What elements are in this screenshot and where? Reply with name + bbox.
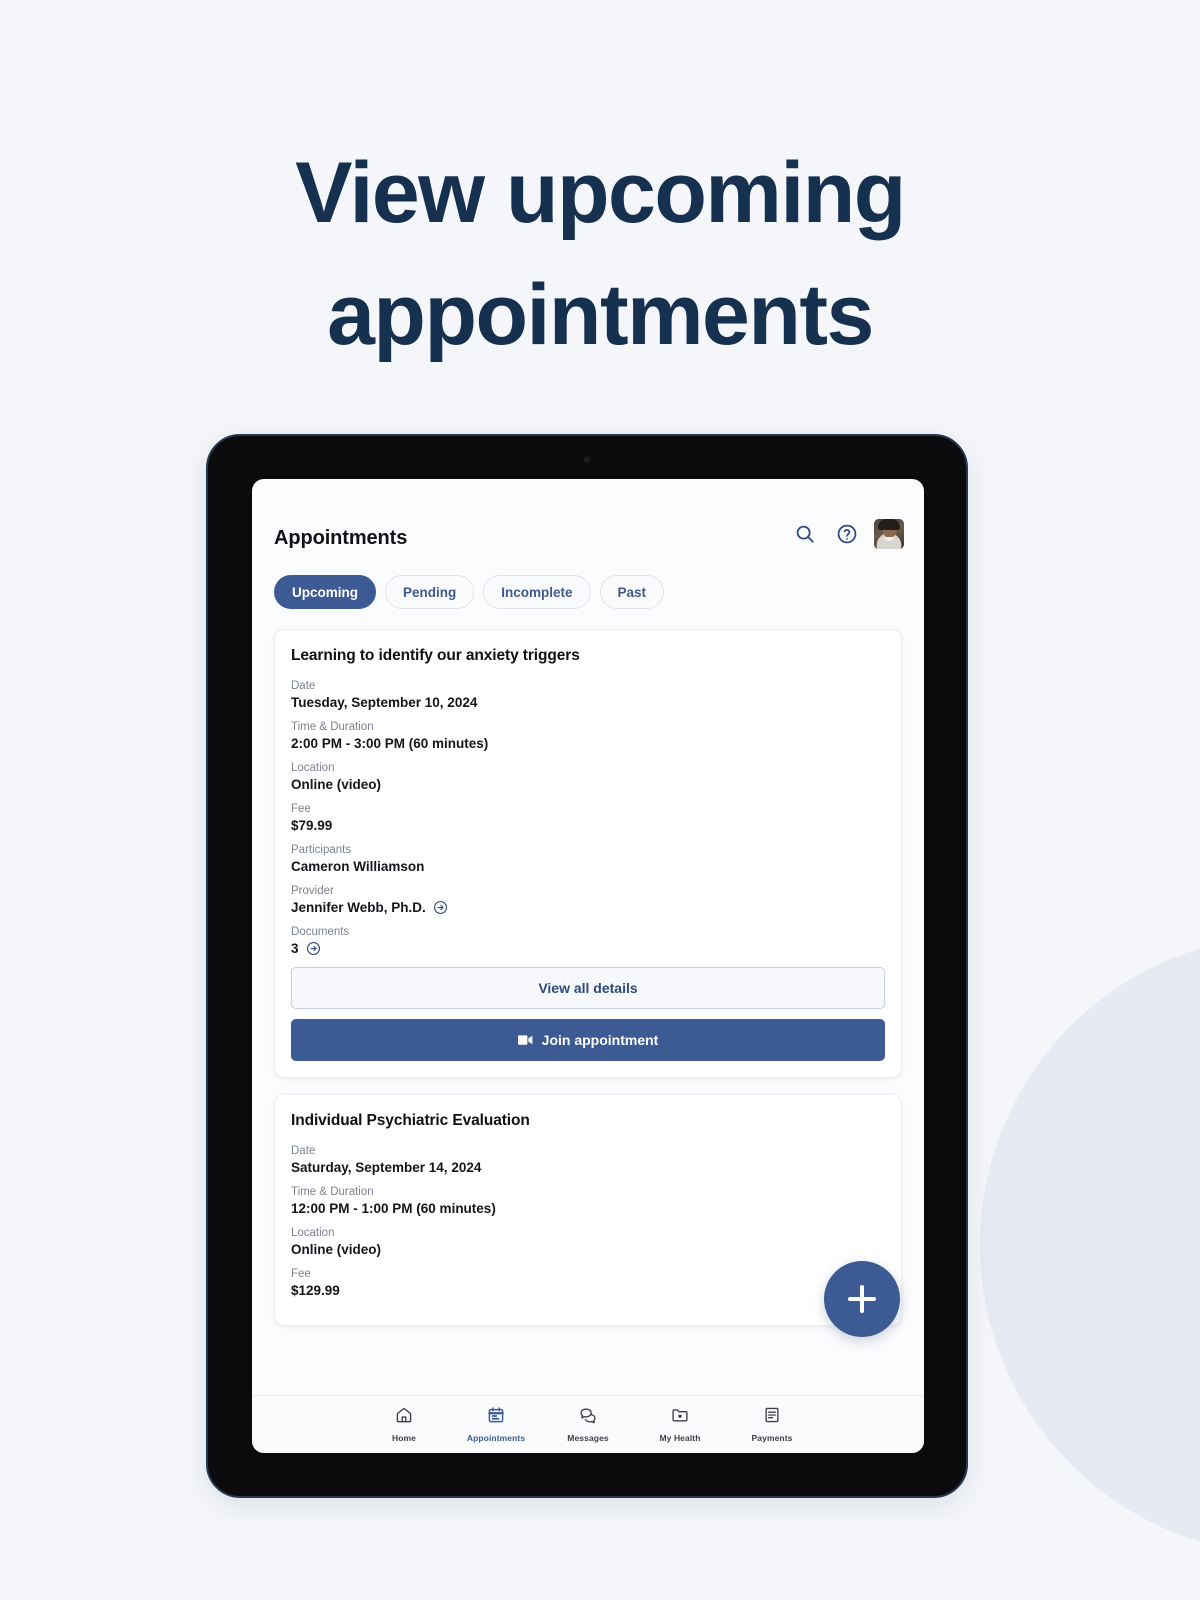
appointment-card[interactable]: Individual Psychiatric Evaluation Date S… [274,1094,902,1326]
field-label: Date [291,1145,316,1157]
field-time-duration: Time & Duration 12:00 PM - 1:00 PM (60 m… [291,1186,885,1216]
nav-label: Payments [751,1433,793,1443]
field-value: 2:00 PM - 3:00 PM (60 minutes) [291,736,489,751]
field-value: Online (video) [291,1242,382,1257]
field-fee: Fee $79.99 [291,803,885,833]
field-location: Location Online (video) [291,762,885,792]
tab-incomplete[interactable]: Incomplete [483,575,591,609]
appointment-card[interactable]: Learning to identify our anxiety trigger… [274,629,902,1078]
appointment-title: Learning to identify our anxiety trigger… [291,647,580,664]
appointments-list[interactable]: Learning to identify our anxiety trigger… [252,629,924,1395]
provider-name: Jennifer Webb, Ph.D. [291,900,426,915]
video-camera-icon [517,1034,533,1046]
field-participants: Participants Cameron Williamson [291,844,885,874]
field-time-duration: Time & Duration 2:00 PM - 3:00 PM (60 mi… [291,721,885,751]
field-value: Online (video) [291,777,382,792]
field-value: 12:00 PM - 1:00 PM (60 minutes) [291,1201,496,1216]
nav-label: Appointments [466,1433,526,1443]
appointment-title: Individual Psychiatric Evaluation [291,1112,530,1129]
field-location: Location Online (video) [291,1227,885,1257]
avatar-hair [878,519,900,530]
nav-item-my-health[interactable]: My Health [634,1406,726,1443]
field-documents: Documents 3 [291,926,885,956]
field-label: Location [291,1227,335,1239]
field-value-row: 3 [291,941,885,956]
view-all-details-label: View all details [538,980,638,996]
field-provider: Provider Jennifer Webb, Ph.D. [291,885,885,915]
field-date: Date Saturday, September 14, 2024 [291,1145,885,1175]
tab-incomplete-label: Incomplete [501,584,573,600]
help-icon[interactable] [832,519,862,549]
field-value: $129.99 [291,1283,340,1298]
tab-pending-label: Pending [403,584,457,600]
tab-past-label: Past [617,584,647,600]
add-appointment-fab[interactable] [824,1261,900,1337]
headline-line-2: appointments [327,267,874,364]
view-all-details-button[interactable]: View all details [291,967,885,1009]
tab-upcoming-label: Upcoming [292,584,358,600]
field-label: Date [291,680,316,692]
join-appointment-label: Join appointment [541,1032,659,1048]
filter-tabs: Upcoming Pending Incomplete Past [252,575,924,609]
tab-past[interactable]: Past [599,575,665,609]
field-value: Tuesday, September 10, 2024 [291,695,478,710]
bottom-navigation: Home Appointments Messages My Health Pay… [252,1395,924,1453]
home-icon [395,1406,413,1429]
field-value: Cameron Williamson [291,859,425,874]
poster-stage: View upcoming appointments Appointments [0,0,1200,1600]
tablet-screen: Appointments Upcoming Pending Incomplete… [252,479,924,1453]
tablet-device-frame: Appointments Upcoming Pending Incomplete… [206,434,968,1498]
field-value: Saturday, September 14, 2024 [291,1160,482,1175]
plus-icon-vertical [860,1285,864,1313]
field-label: Documents [291,926,350,938]
arrow-right-circle-icon[interactable] [433,900,448,915]
documents-count: 3 [291,941,299,956]
nav-item-home[interactable]: Home [358,1406,450,1443]
nav-item-appointments[interactable]: Appointments [450,1406,542,1443]
nav-label: Home [391,1433,417,1443]
front-camera-icon [583,456,591,463]
field-label: Fee [291,1268,311,1280]
field-label: Time & Duration [291,1186,374,1198]
page-headline: View upcoming appointments [0,132,1200,376]
app-header: Appointments [252,479,924,573]
tab-upcoming[interactable]: Upcoming [274,575,376,609]
field-label: Fee [291,803,311,815]
document-icon [763,1406,781,1429]
background-decoration-blob [980,935,1200,1555]
chat-bubbles-icon [579,1406,597,1429]
arrow-right-circle-icon[interactable] [306,941,321,956]
nav-label: Messages [567,1433,609,1443]
calendar-icon [487,1406,505,1429]
field-label: Participants [291,844,352,856]
avatar[interactable] [874,519,904,549]
headline-line-1: View upcoming [295,145,906,241]
nav-item-messages[interactable]: Messages [542,1406,634,1443]
search-icon[interactable] [790,519,820,549]
field-fee: Fee $129.99 [291,1268,885,1298]
folder-heart-icon [671,1406,689,1429]
tab-pending[interactable]: Pending [385,575,475,609]
field-value-row: Jennifer Webb, Ph.D. [291,900,885,915]
join-appointment-button[interactable]: Join appointment [291,1019,885,1061]
nav-label: My Health [659,1433,701,1443]
nav-item-payments[interactable]: Payments [726,1406,818,1443]
field-label: Location [291,762,335,774]
field-value: $79.99 [291,818,333,833]
field-date: Date Tuesday, September 10, 2024 [291,680,885,710]
header-actions [790,519,904,549]
field-label: Time & Duration [291,721,374,733]
field-label: Provider [291,885,334,897]
